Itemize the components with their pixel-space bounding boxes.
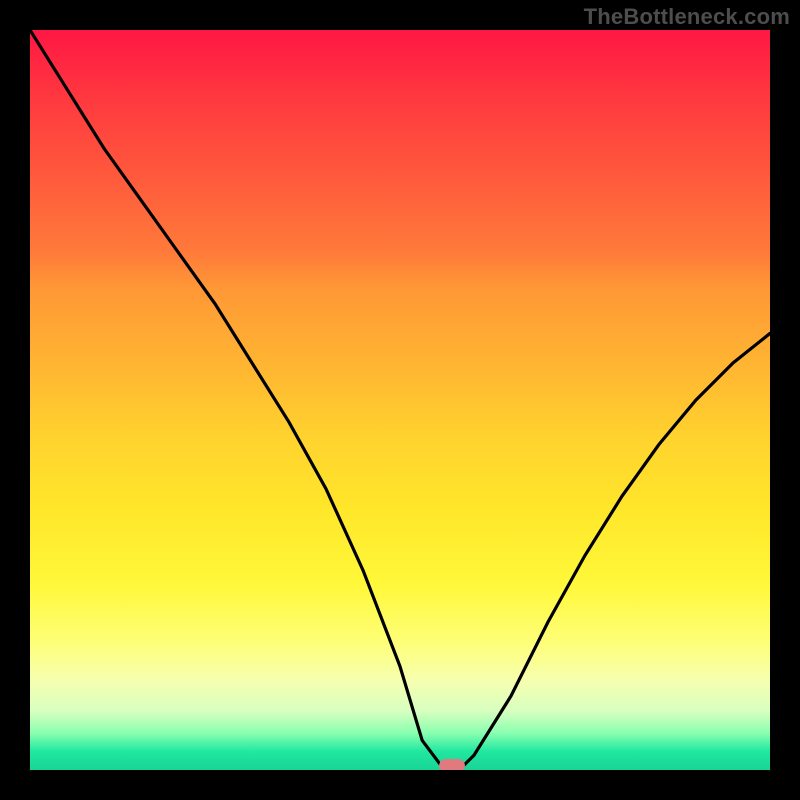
chart-frame: TheBottleneck.com	[0, 0, 800, 800]
plot-area	[30, 30, 770, 770]
minimum-marker	[439, 759, 465, 770]
bottleneck-curve-path	[30, 30, 770, 770]
curve-svg	[30, 30, 770, 770]
watermark-text: TheBottleneck.com	[584, 4, 790, 30]
